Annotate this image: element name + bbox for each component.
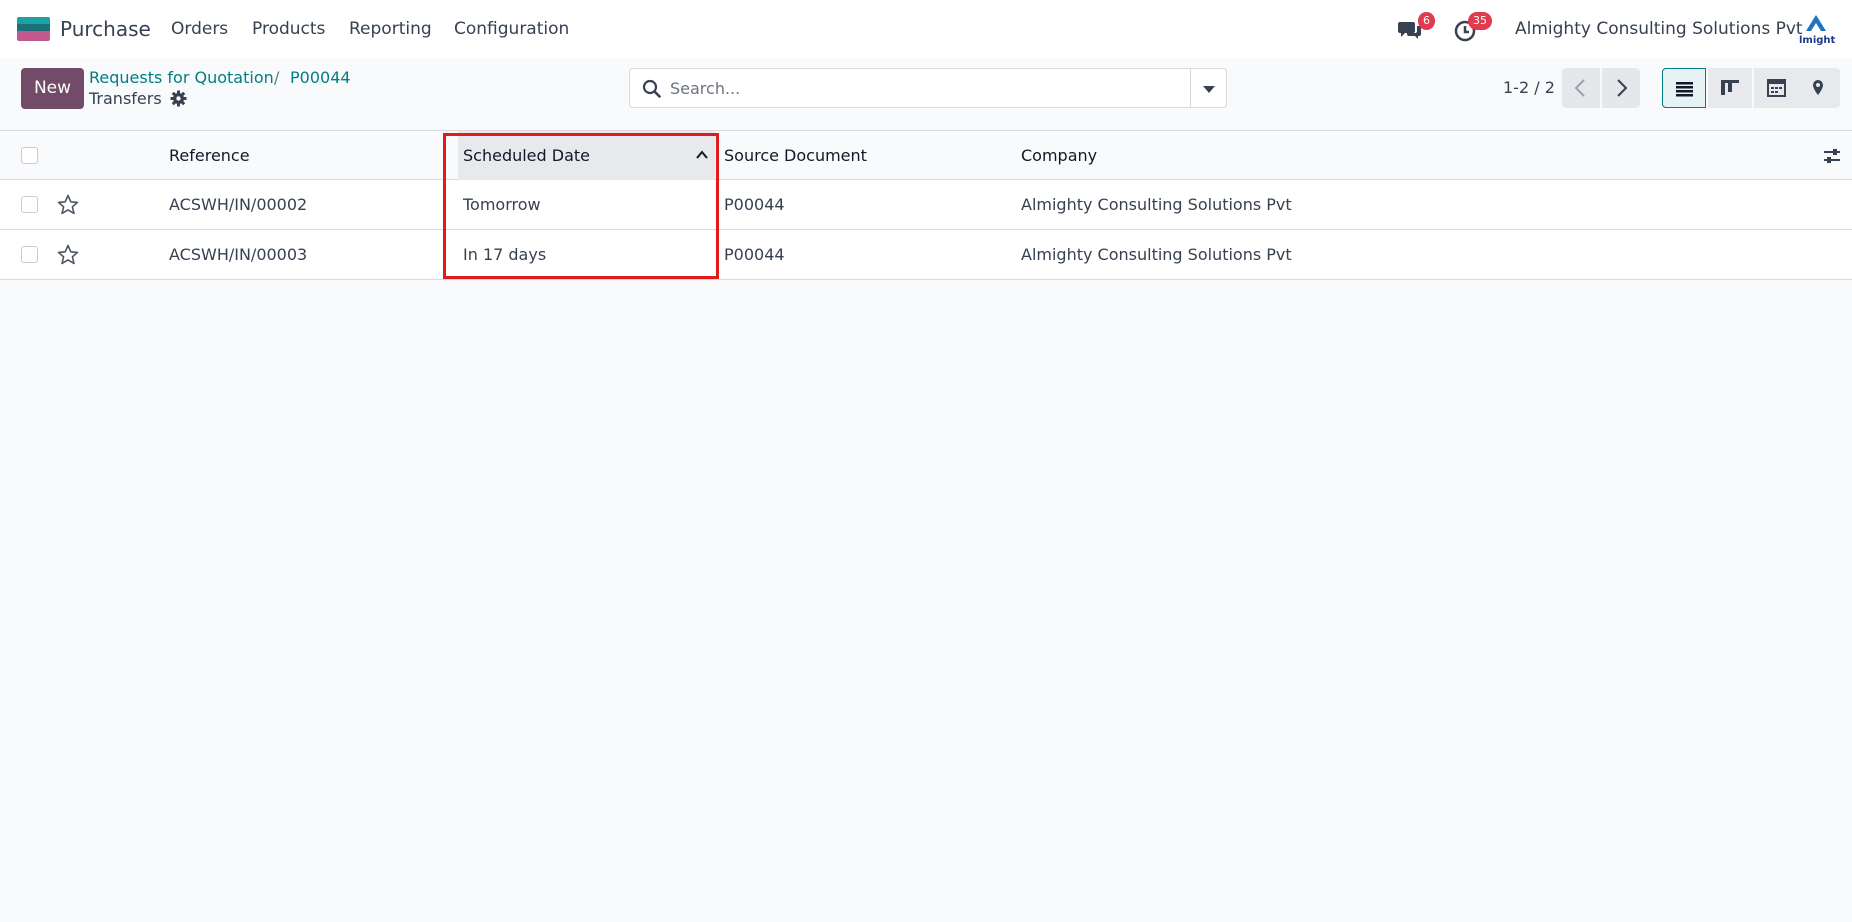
cell-reference: ACSWH/IN/00002	[169, 195, 308, 214]
chevron-right-icon	[1617, 79, 1628, 97]
search-bar	[629, 68, 1227, 108]
menu-configuration[interactable]: Configuration	[454, 19, 569, 39]
menu-reporting[interactable]: Reporting	[349, 19, 432, 39]
apps-menu-icon[interactable]	[17, 17, 50, 41]
menu-orders[interactable]: Orders	[171, 19, 228, 39]
company-switcher[interactable]: Almighty Consulting Solutions Pvt	[1515, 19, 1803, 39]
table-header: Reference Scheduled Date Source Document…	[0, 130, 1852, 181]
top-navbar: Purchase Orders Products Reporting Confi…	[0, 0, 1852, 58]
star-icon[interactable]	[56, 193, 80, 217]
kanban-view-icon	[1721, 80, 1739, 95]
row-checkbox[interactable]	[21, 246, 38, 263]
search-input[interactable]	[670, 69, 1210, 107]
activities-badge: 35	[1468, 12, 1492, 30]
search-options-toggle[interactable]	[1190, 68, 1227, 108]
select-all-checkbox[interactable]	[21, 147, 38, 164]
calendar-view-icon	[1767, 79, 1786, 97]
row-checkbox[interactable]	[21, 196, 38, 213]
cell-source-document: P00044	[724, 245, 785, 264]
gear-icon[interactable]	[170, 90, 187, 107]
column-scheduled-date[interactable]: Scheduled Date	[463, 146, 590, 165]
cell-company: Almighty Consulting Solutions Pvt	[1021, 195, 1292, 214]
column-source-document[interactable]: Source Document	[724, 146, 867, 165]
breadcrumb-separator: /	[274, 68, 280, 87]
cell-source-document: P00044	[724, 195, 785, 214]
page-title: Transfers	[89, 89, 162, 108]
pager-next-button[interactable]	[1602, 68, 1640, 108]
table-row[interactable]: ACSWH/IN/00002 Tomorrow P00044 Almighty …	[0, 180, 1852, 230]
cell-reference: ACSWH/IN/00003	[169, 245, 308, 264]
new-button[interactable]: New	[21, 68, 84, 109]
table-row[interactable]: ACSWH/IN/00003 In 17 days P00044 Almight…	[0, 230, 1852, 280]
pager-value[interactable]: 1-2 / 2	[1503, 78, 1555, 97]
list-view-button[interactable]	[1662, 68, 1706, 108]
column-reference[interactable]: Reference	[169, 146, 250, 165]
cell-company: Almighty Consulting Solutions Pvt	[1021, 245, 1292, 264]
search-icon	[642, 79, 661, 98]
caret-down-icon	[1203, 86, 1215, 93]
breadcrumb-order[interactable]: P00044	[290, 68, 351, 87]
kanban-view-button[interactable]	[1708, 68, 1752, 108]
star-icon[interactable]	[56, 243, 80, 267]
list-view-icon	[1676, 82, 1693, 97]
cell-scheduled-date: Tomorrow	[463, 195, 541, 214]
cell-scheduled-date: In 17 days	[463, 245, 547, 264]
map-view-button[interactable]	[1796, 68, 1840, 108]
chevron-left-icon	[1574, 79, 1585, 97]
breadcrumb-rfq[interactable]: Requests for Quotation	[89, 68, 274, 87]
app-name[interactable]: Purchase	[60, 17, 151, 41]
optional-columns-icon[interactable]	[1822, 146, 1842, 166]
logo-text: lmight	[1799, 35, 1836, 45]
column-company[interactable]: Company	[1021, 146, 1097, 165]
map-pin-icon	[1813, 80, 1823, 95]
calendar-view-button[interactable]	[1754, 68, 1798, 108]
menu-products[interactable]: Products	[252, 19, 325, 39]
messages-badge: 6	[1418, 12, 1435, 30]
pager-previous-button[interactable]	[1562, 68, 1600, 108]
company-logo[interactable]: lmight	[1796, 13, 1836, 46]
sort-ascending-icon	[694, 147, 710, 163]
